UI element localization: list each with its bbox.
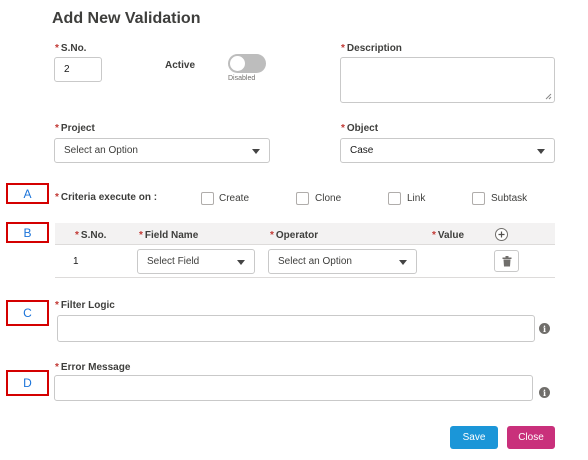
chevron-down-icon	[537, 148, 545, 154]
trash-icon	[502, 256, 512, 267]
object-select[interactable]: Case	[340, 138, 555, 163]
description-label: * Description	[341, 43, 402, 54]
error-message-label: * Error Message	[55, 362, 131, 373]
row-sno: 1	[73, 256, 79, 267]
sno-label: * S.No.	[55, 43, 87, 54]
col-operator-header: * Operator	[270, 230, 319, 241]
subtask-checkbox[interactable]	[472, 192, 485, 205]
sno-input[interactable]: 2	[54, 57, 102, 82]
marker-d: D	[6, 370, 49, 396]
plus-circle-icon	[498, 231, 505, 238]
col-sno-header: * S.No.	[75, 230, 107, 241]
operator-select[interactable]: Select an Option	[268, 249, 417, 274]
subtask-checkbox-label: Subtask	[491, 193, 528, 204]
save-button[interactable]: Save	[450, 426, 498, 449]
toggle-knob	[230, 56, 245, 71]
active-label: Active	[165, 60, 196, 71]
criteria-label: * Criteria execute on :	[55, 192, 158, 203]
filter-logic-label: * Filter Logic	[55, 300, 115, 311]
chevron-down-icon	[399, 259, 407, 265]
marker-c: C	[6, 300, 49, 326]
link-checkbox[interactable]	[388, 192, 401, 205]
filter-logic-info-icon[interactable]: i	[539, 323, 550, 334]
error-message-info-icon[interactable]: i	[539, 387, 550, 398]
object-label: * Object	[341, 123, 379, 134]
error-message-input[interactable]	[54, 375, 533, 401]
page-title: Add New Validation	[52, 10, 201, 27]
clone-checkbox-label: Clone	[315, 193, 342, 204]
close-button[interactable]: Close	[507, 426, 555, 449]
chevron-down-icon	[252, 148, 260, 154]
sno-input-value: 2	[64, 64, 70, 75]
delete-row-button[interactable]	[494, 250, 519, 272]
chevron-down-icon	[237, 259, 245, 265]
clone-checkbox[interactable]	[296, 192, 309, 205]
project-select[interactable]: Select an Option	[54, 138, 270, 163]
marker-b: B	[6, 222, 49, 243]
toggle-status-text: Disabled	[228, 75, 256, 82]
marker-a: A	[6, 183, 49, 204]
create-checkbox-label: Create	[219, 193, 250, 204]
active-toggle[interactable]	[228, 54, 266, 73]
filter-logic-input[interactable]	[57, 315, 535, 342]
field-select[interactable]: Select Field	[137, 249, 255, 274]
col-field-name-header: * Field Name	[139, 230, 199, 241]
description-textarea[interactable]	[340, 57, 555, 103]
link-checkbox-label: Link	[407, 193, 426, 204]
resize-handle-icon[interactable]	[545, 93, 552, 100]
add-row-button[interactable]	[495, 228, 508, 241]
col-value-header: * Value	[432, 230, 465, 241]
project-label: * Project	[55, 123, 95, 134]
create-checkbox[interactable]	[201, 192, 214, 205]
